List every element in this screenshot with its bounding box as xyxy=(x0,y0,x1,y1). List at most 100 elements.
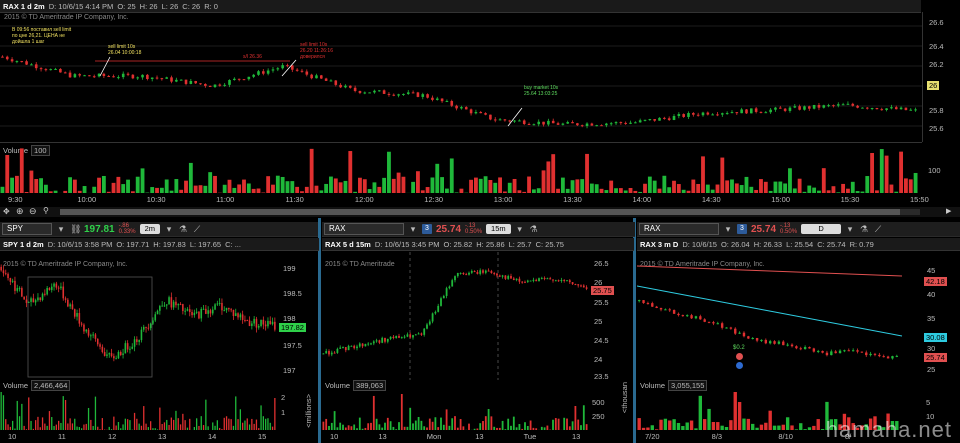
link-group-icon[interactable]: 3 xyxy=(422,224,432,234)
candle xyxy=(504,275,507,279)
dropdown-icon[interactable]: ▾ xyxy=(515,224,525,234)
top-symbol[interactable]: RAX 1 d 2m xyxy=(3,2,45,11)
candle xyxy=(754,108,758,112)
volume-bar xyxy=(490,416,493,430)
candle xyxy=(817,104,821,108)
volume-bar xyxy=(409,407,412,430)
candle xyxy=(798,106,801,110)
studies-flask-icon[interactable]: ⚗ xyxy=(529,224,539,234)
candle xyxy=(291,65,294,70)
candle xyxy=(479,112,483,114)
candle xyxy=(382,90,386,94)
candle xyxy=(87,329,90,336)
zoom-out-icon[interactable]: ⊖ xyxy=(29,206,37,217)
candle xyxy=(344,85,347,88)
volume-bar xyxy=(816,419,820,430)
xtick: 10 xyxy=(330,432,339,441)
candle xyxy=(15,61,19,63)
volume-bar xyxy=(529,420,532,430)
volume-bar xyxy=(46,425,48,430)
volume-bar xyxy=(536,188,541,193)
candle xyxy=(643,119,647,121)
volume-bar xyxy=(425,187,430,193)
drawing-icon[interactable]: ⟋ xyxy=(192,224,202,234)
timeframe-button[interactable]: 2m xyxy=(139,224,161,234)
volume-bar xyxy=(130,191,135,193)
timeframe-button[interactable]: D xyxy=(801,224,842,234)
candle xyxy=(448,286,451,289)
rax-15m-price-plot[interactable] xyxy=(322,252,590,380)
symbol-input[interactable]: RAX xyxy=(324,223,404,235)
candle xyxy=(503,119,507,121)
candle xyxy=(281,65,284,69)
candle xyxy=(742,332,746,337)
pane-separator[interactable] xyxy=(318,218,321,443)
volume-bar xyxy=(111,182,116,193)
volume-bar xyxy=(565,188,570,193)
candle xyxy=(310,74,313,79)
candle xyxy=(138,340,140,342)
link-icon[interactable]: ⛓ xyxy=(70,224,81,234)
top-ytick: 25.8 xyxy=(929,106,944,115)
spy-price-plot[interactable] xyxy=(0,252,278,380)
candle xyxy=(170,77,173,82)
candle xyxy=(540,277,543,279)
candle xyxy=(131,74,135,79)
scroll-end-icon[interactable]: ▶ xyxy=(946,207,951,215)
candle xyxy=(838,350,842,354)
magnifier-icon[interactable]: ⚲ xyxy=(43,206,49,215)
candle xyxy=(909,109,913,111)
volume-bar xyxy=(25,429,28,430)
studies-flask-icon[interactable]: ⚗ xyxy=(178,224,188,234)
volume-bar xyxy=(744,176,749,193)
event-marker-icon[interactable] xyxy=(736,362,743,369)
dropdown-icon[interactable]: ▾ xyxy=(408,224,418,234)
zoom-pan-icon[interactable]: ✥ xyxy=(3,207,10,216)
volume-bar xyxy=(115,425,117,430)
top-price-plot[interactable] xyxy=(0,12,922,142)
symbol-input[interactable]: RAX xyxy=(639,223,719,235)
volume-bar xyxy=(174,179,179,193)
volume-bar xyxy=(223,417,225,430)
volume-bar xyxy=(219,427,221,430)
volume-bar xyxy=(348,151,353,193)
volume-bar xyxy=(498,177,502,193)
dropdown-icon[interactable]: ▾ xyxy=(164,224,174,234)
drawing-icon[interactable]: ⟋ xyxy=(873,224,883,234)
candle xyxy=(39,297,42,301)
volume-bar xyxy=(154,428,156,430)
dropdown-icon[interactable]: ▾ xyxy=(56,224,66,234)
candle xyxy=(182,304,184,311)
dropdown-icon[interactable]: ▾ xyxy=(845,224,855,234)
candle xyxy=(184,310,186,312)
candle xyxy=(14,280,16,291)
pane-separator[interactable] xyxy=(633,218,636,443)
volume-bar xyxy=(239,409,241,430)
candle xyxy=(112,76,115,78)
candle xyxy=(590,123,594,126)
link-group-icon[interactable]: 3 xyxy=(737,224,747,234)
candle xyxy=(286,65,289,67)
candle xyxy=(156,310,159,315)
studies-flask-icon[interactable]: ⚗ xyxy=(859,224,869,234)
volume-bar xyxy=(262,416,264,430)
dropdown-icon[interactable]: ▾ xyxy=(723,224,733,234)
horizontal-scrollbar[interactable] xyxy=(60,209,920,215)
volume-bar xyxy=(563,417,566,430)
volume-bar xyxy=(230,419,232,430)
note-line: дойшла 1 шаг xyxy=(12,39,45,45)
zoom-in-icon[interactable]: ⊕ xyxy=(16,206,24,217)
volume-bar xyxy=(124,418,126,430)
candle xyxy=(860,351,864,353)
rax-daily-price-plot[interactable] xyxy=(637,252,922,380)
xtick: 10:00 xyxy=(77,195,97,204)
symbol-input[interactable]: SPY xyxy=(2,223,52,235)
candle xyxy=(526,280,529,282)
timeframe-button[interactable]: 15m xyxy=(486,224,511,234)
event-marker-icon[interactable] xyxy=(736,353,743,360)
ytick: 25.5 xyxy=(594,298,609,307)
candle xyxy=(361,343,364,347)
candle xyxy=(873,353,877,355)
scrollbar-thumb[interactable] xyxy=(60,209,900,215)
candle xyxy=(782,341,785,346)
